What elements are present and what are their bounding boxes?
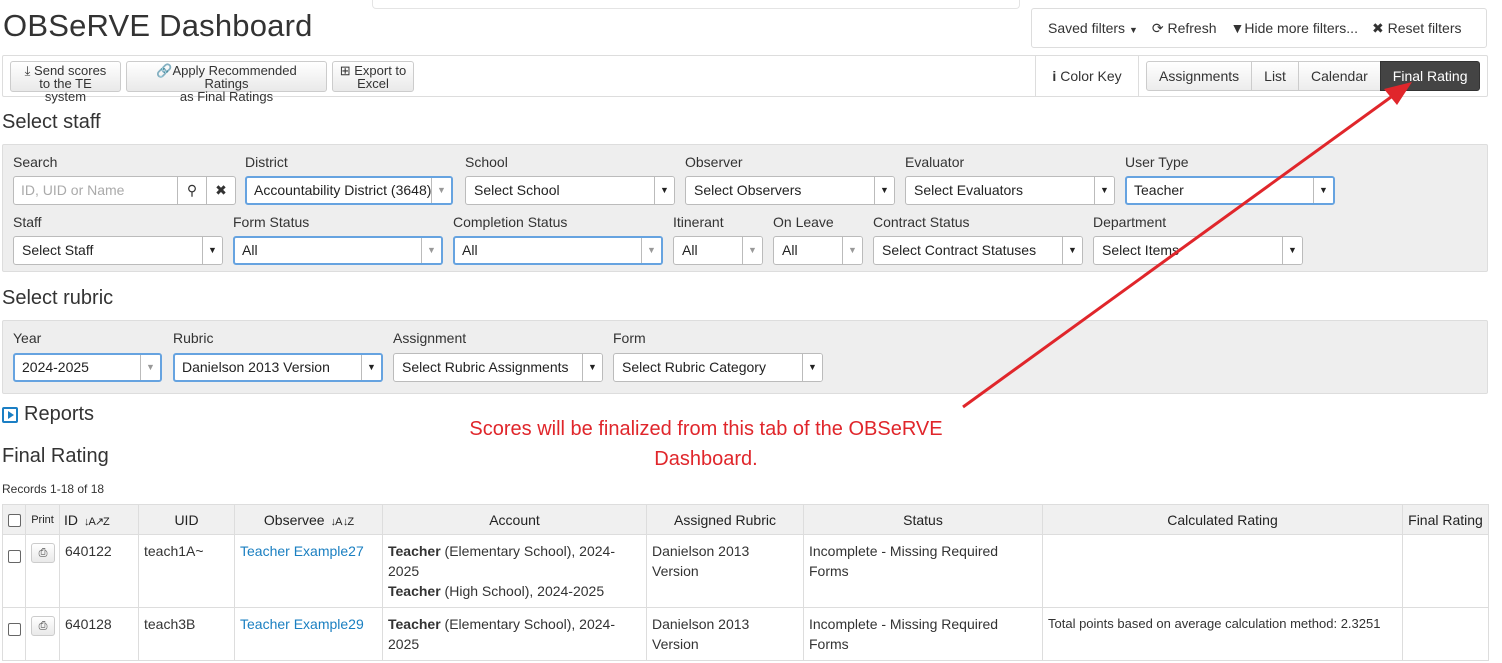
col-print: Print	[25, 504, 60, 535]
account-line: Teacher (Elementary School), 2024-2025	[388, 616, 615, 652]
sort-asc-icon[interactable]: ↓A↗Z	[84, 516, 110, 528]
print-cell: ⎙	[25, 607, 60, 661]
id-cell: 640122	[59, 534, 139, 608]
final-rating-cell	[1402, 607, 1489, 661]
final-rating-table: Print ID ↓A↗Z UID Observee ↓A ↓Z Account A…	[2, 504, 1489, 661]
calculated-cell: Total points based on average calculatio…	[1042, 607, 1403, 661]
select-all-cell	[2, 504, 26, 535]
printer-icon: ⎙	[38, 620, 48, 632]
rubric-cell: Danielson 2013 Version	[646, 534, 804, 608]
select-all-checkbox[interactable]	[7, 514, 21, 528]
print-cell: ⎙	[25, 534, 60, 608]
account-line: Teacher (Elementary School), 2024-2025	[388, 543, 615, 579]
account-cell: Teacher (Elementary School), 2024-2025 T…	[382, 534, 647, 608]
uid-cell: teach1A~	[138, 534, 235, 608]
col-final-rating: Final Rating	[1402, 504, 1489, 535]
col-observee[interactable]: Observee ↓A ↓Z	[234, 504, 383, 535]
table-header-row: Print ID ↓A↗Z UID Observee ↓A ↓Z Account A…	[2, 504, 1489, 535]
col-status: Status	[803, 504, 1043, 535]
row-checkbox[interactable]	[8, 549, 21, 563]
account-line: Teacher (High School), 2024-2025	[388, 583, 605, 599]
observee-link[interactable]: Teacher Example29	[240, 616, 364, 632]
row-checkbox[interactable]	[8, 622, 21, 636]
records-count: Records 1-18 of 18	[2, 482, 105, 496]
col-account: Account	[382, 504, 647, 535]
observee-cell: Teacher Example27	[234, 534, 383, 608]
final-rating-heading: Final Rating	[2, 445, 109, 467]
col-calculated-rating: Calculated Rating	[1042, 504, 1403, 535]
print-button[interactable]: ⎙	[31, 543, 55, 563]
printer-icon: ⎙	[38, 547, 48, 559]
status-cell: Incomplete - Missing Required Forms	[803, 607, 1043, 661]
status-cell: Incomplete - Missing Required Forms	[803, 534, 1043, 608]
print-button[interactable]: ⎙	[31, 616, 55, 636]
col-assigned-rubric: Assigned Rubric	[646, 504, 804, 535]
col-id[interactable]: ID ↓A↗Z	[59, 504, 139, 535]
sort-asc-icon[interactable]: ↓A ↓Z	[331, 516, 354, 528]
rubric-cell: Danielson 2013 Version	[646, 607, 804, 661]
table-row: ⎙ 640128 teach3B Teacher Example29 Teach…	[2, 607, 1489, 661]
calculated-cell	[1042, 534, 1403, 608]
col-uid: UID	[138, 504, 235, 535]
table-row: ⎙ 640122 teach1A~ Teacher Example27 Teac…	[2, 534, 1489, 608]
observee-cell: Teacher Example29	[234, 607, 383, 661]
row-select-cell	[2, 534, 26, 608]
id-cell: 640128	[59, 607, 139, 661]
observee-link[interactable]: Teacher Example27	[240, 543, 364, 559]
final-rating-cell	[1402, 534, 1489, 608]
account-cell: Teacher (Elementary School), 2024-2025	[382, 607, 647, 661]
uid-cell: teach3B	[138, 607, 235, 661]
row-select-cell	[2, 607, 26, 661]
